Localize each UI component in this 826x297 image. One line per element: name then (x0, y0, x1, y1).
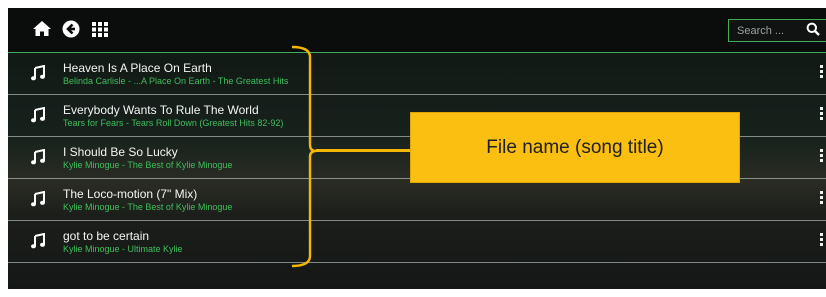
track-title: I Should Be So Lucky (63, 145, 178, 159)
music-app: Heaven Is A Place On Earth Belinda Carli… (8, 8, 826, 289)
track-row[interactable]: got to be certain Kylie Minogue - Ultima… (8, 221, 826, 263)
track-artist-album: Kylie Minogue - The Best of Kylie Minogu… (63, 202, 233, 212)
track-artist-album: Tears for Fears - Tears Roll Down (Great… (63, 118, 284, 128)
back-circle-icon[interactable] (61, 19, 81, 39)
more-options-icon[interactable] (819, 65, 825, 81)
annotation-connector (316, 149, 411, 152)
track-row[interactable]: Heaven Is A Place On Earth Belinda Carli… (8, 53, 826, 95)
track-title: Everybody Wants To Rule The World (63, 103, 259, 117)
track-title: got to be certain (63, 229, 150, 243)
track-row[interactable]: The Loco-motion (7" Mix) Kylie Minogue -… (8, 179, 826, 221)
search-input[interactable] (729, 20, 799, 41)
home-icon[interactable] (32, 19, 52, 39)
search-box (728, 19, 826, 42)
annotation-callout: File name (song title) (410, 112, 740, 183)
track-artist-album: Kylie Minogue - The Best of Kylie Minogu… (63, 160, 233, 170)
toolbar (8, 8, 826, 53)
more-options-icon[interactable] (819, 149, 825, 165)
track-artist-album: Belinda Carlisle - ...A Place On Earth -… (63, 76, 289, 86)
more-options-icon[interactable] (819, 233, 825, 249)
more-options-icon[interactable] (819, 191, 825, 207)
music-note-icon (30, 149, 46, 165)
grid-icon[interactable] (90, 19, 110, 39)
track-title: Heaven Is A Place On Earth (63, 61, 212, 75)
music-note-icon (30, 107, 46, 123)
search-icon[interactable] (806, 22, 822, 38)
music-note-icon (30, 65, 46, 81)
track-artist-album: Kylie Minogue - Ultimate Kylie (63, 244, 183, 254)
music-note-icon (30, 191, 46, 207)
more-options-icon[interactable] (819, 107, 825, 123)
track-title: The Loco-motion (7" Mix) (63, 187, 198, 201)
music-note-icon (30, 233, 46, 249)
